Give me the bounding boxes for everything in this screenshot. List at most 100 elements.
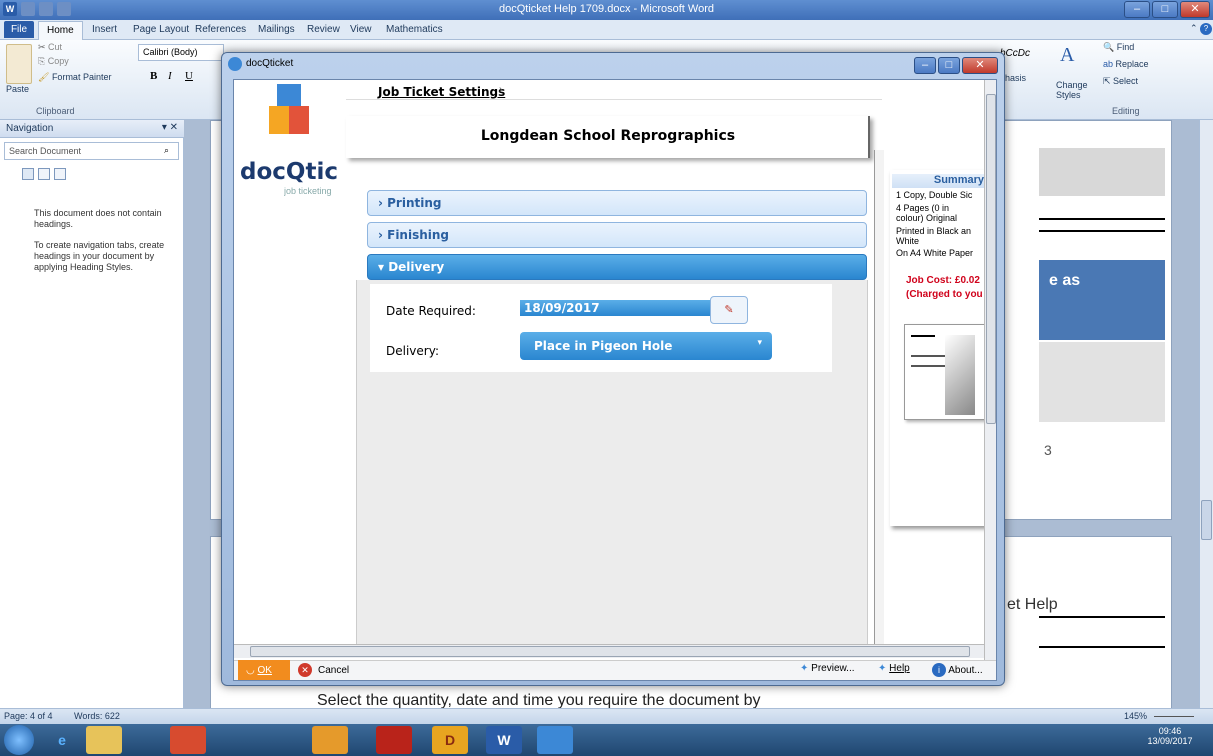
bold-button[interactable]: B: [150, 70, 157, 82]
org-name: Longdean School Reprographics: [480, 128, 736, 144]
copy-button[interactable]: ⎘ Copy: [38, 56, 69, 67]
navigation-header: Navigation ▾ ✕: [0, 120, 184, 138]
date-required-input[interactable]: 18/09/2017: [520, 300, 710, 316]
page-banner: e as: [1039, 260, 1165, 340]
tab-home[interactable]: Home: [38, 21, 83, 40]
change-styles-icon[interactable]: A: [1060, 44, 1074, 67]
help-icon: ✦: [878, 663, 890, 674]
docqticket-app-icon: [228, 57, 242, 71]
d-app-taskbar-icon[interactable]: D: [432, 726, 468, 754]
underline-button[interactable]: U: [185, 70, 193, 82]
start-button[interactable]: [4, 725, 34, 755]
document-scrollbar[interactable]: [1199, 120, 1213, 708]
close-button[interactable]: ✕: [1180, 1, 1210, 18]
dialog-scrollbar[interactable]: [984, 80, 996, 660]
italic-button[interactable]: I: [168, 70, 172, 82]
cut-button[interactable]: ✂ Cut: [38, 42, 62, 53]
pages-view-tab[interactable]: [38, 168, 50, 180]
change-styles-button[interactable]: Change Styles: [1056, 80, 1088, 100]
docqticket-taskbar-icon[interactable]: [537, 726, 573, 754]
page-rule: [1039, 646, 1165, 648]
delivery-label: Delivery:: [386, 344, 439, 358]
page-number: 3: [1044, 442, 1052, 458]
word-count-status[interactable]: Words: 622: [74, 711, 120, 721]
finishing-section-header[interactable]: › Finishing: [367, 222, 867, 248]
cancel-button[interactable]: ✕ Cancel: [298, 663, 349, 677]
dialog-scrollbar-thumb[interactable]: [986, 94, 996, 424]
tab-mailings[interactable]: Mailings: [258, 24, 295, 35]
help-button[interactable]: ✦ Help: [878, 663, 910, 674]
docqticket-logo-icon: [269, 84, 309, 136]
maximize-button[interactable]: □: [1152, 1, 1178, 18]
headings-view-tab[interactable]: [22, 168, 34, 180]
tab-view[interactable]: View: [350, 24, 372, 35]
page-count-status[interactable]: Page: 4 of 4: [4, 711, 53, 721]
tab-mathematics[interactable]: Mathematics: [386, 24, 443, 35]
ribbon-collapse-icon[interactable]: ⌃: [1190, 23, 1199, 35]
tab-review[interactable]: Review: [307, 24, 340, 35]
summary-line: 1 Copy, Double Sic: [896, 190, 973, 200]
job-ticket-settings-link[interactable]: Job Ticket Settings: [378, 85, 505, 99]
logo-subtitle: job ticketing: [284, 186, 332, 196]
info-icon: i: [932, 663, 946, 677]
dialog-minimize-button[interactable]: –: [914, 57, 936, 74]
dialog-horizontal-scrollbar[interactable]: [234, 644, 984, 658]
page-graphic-grey: [1039, 148, 1165, 196]
acrobat-taskbar-icon[interactable]: [376, 726, 412, 754]
paste-button[interactable]: [6, 44, 32, 84]
help-icon[interactable]: ?: [1200, 23, 1212, 35]
summary-line: colour) Original: [896, 213, 958, 223]
scrollbar-thumb[interactable]: [1201, 500, 1212, 540]
summary-line: 4 Pages (0 in: [896, 203, 950, 213]
page-graphic-grey: [1039, 342, 1165, 422]
tab-references[interactable]: References: [195, 24, 246, 35]
tab-insert[interactable]: Insert: [92, 24, 117, 35]
calendar-picker-button[interactable]: ✎: [710, 296, 748, 324]
explorer-taskbar-icon[interactable]: [86, 726, 122, 754]
zoom-slider[interactable]: [1154, 716, 1194, 717]
about-button[interactable]: i About...: [932, 663, 983, 677]
dialog-close-button[interactable]: ✕: [962, 57, 998, 74]
status-bar: Page: 4 of 4 Words: 622 145%: [0, 708, 1213, 724]
paste-label: Paste: [6, 84, 30, 94]
close-icon[interactable]: ▾ ✕: [162, 122, 178, 133]
preview-icon: ✦: [800, 663, 812, 674]
printing-section-header[interactable]: › Printing: [367, 190, 867, 216]
page-rule: [1039, 218, 1165, 220]
select-button[interactable]: ⇱ Select: [1103, 76, 1138, 87]
tab-page-layout[interactable]: Page Layout: [133, 24, 189, 35]
logo-text: docQtic: [240, 159, 338, 185]
preview-button[interactable]: ✦ Preview...: [800, 663, 855, 674]
dialog-title: docQticket: [246, 58, 294, 69]
minimize-button[interactable]: –: [1124, 1, 1150, 18]
chevron-down-icon: ▾: [757, 338, 762, 348]
font-name-select[interactable]: Calibri (Body): [138, 44, 224, 61]
chrome-taskbar-icon[interactable]: [170, 726, 206, 754]
word-window-title: docQticket Help 1709.docx - Microsoft Wo…: [499, 3, 714, 15]
ok-button[interactable]: ◡ OK: [238, 660, 290, 680]
clock[interactable]: 09:46 13/09/2017: [1140, 726, 1200, 746]
no-headings-message: This document does not contain headings.: [34, 208, 162, 229]
dialog-client-area: docQtic job ticketing Job Ticket Setting…: [233, 79, 997, 681]
zoom-level[interactable]: 145%: [1124, 711, 1147, 721]
dialog-hscroll-thumb[interactable]: [250, 646, 970, 657]
delivery-method-select[interactable]: Place in Pigeon Hole ▾: [520, 332, 772, 360]
find-button[interactable]: 🔍 Find: [1103, 42, 1134, 53]
summary-line: On A4 White Paper: [896, 248, 974, 258]
delivery-section-header[interactable]: ▾ Delivery: [367, 254, 867, 280]
navigation-pane: Navigation ▾ ✕ Search Document ⌕ This doc…: [0, 120, 184, 708]
replace-button[interactable]: ab Replace: [1103, 59, 1149, 69]
outlook-taskbar-icon[interactable]: [312, 726, 348, 754]
dialog-maximize-button[interactable]: □: [938, 57, 960, 74]
results-view-tab[interactable]: [54, 168, 66, 180]
search-input[interactable]: Search Document: [4, 142, 179, 160]
search-icon[interactable]: ⌕: [164, 145, 169, 156]
document-preview-icon: [904, 324, 986, 420]
format-painter-button[interactable]: 🖌 Format Painter: [38, 72, 111, 83]
document-footer-text: et Help: [1007, 596, 1058, 613]
word-taskbar-icon[interactable]: W: [486, 726, 522, 754]
docqticket-dialog: docQticket – □ ✕ docQtic job ticketing J…: [221, 52, 1005, 686]
ie-taskbar-icon[interactable]: e: [44, 726, 80, 754]
taskbar: e D W 09:46 13/09/2017: [0, 724, 1213, 756]
tab-file[interactable]: File: [4, 21, 34, 38]
